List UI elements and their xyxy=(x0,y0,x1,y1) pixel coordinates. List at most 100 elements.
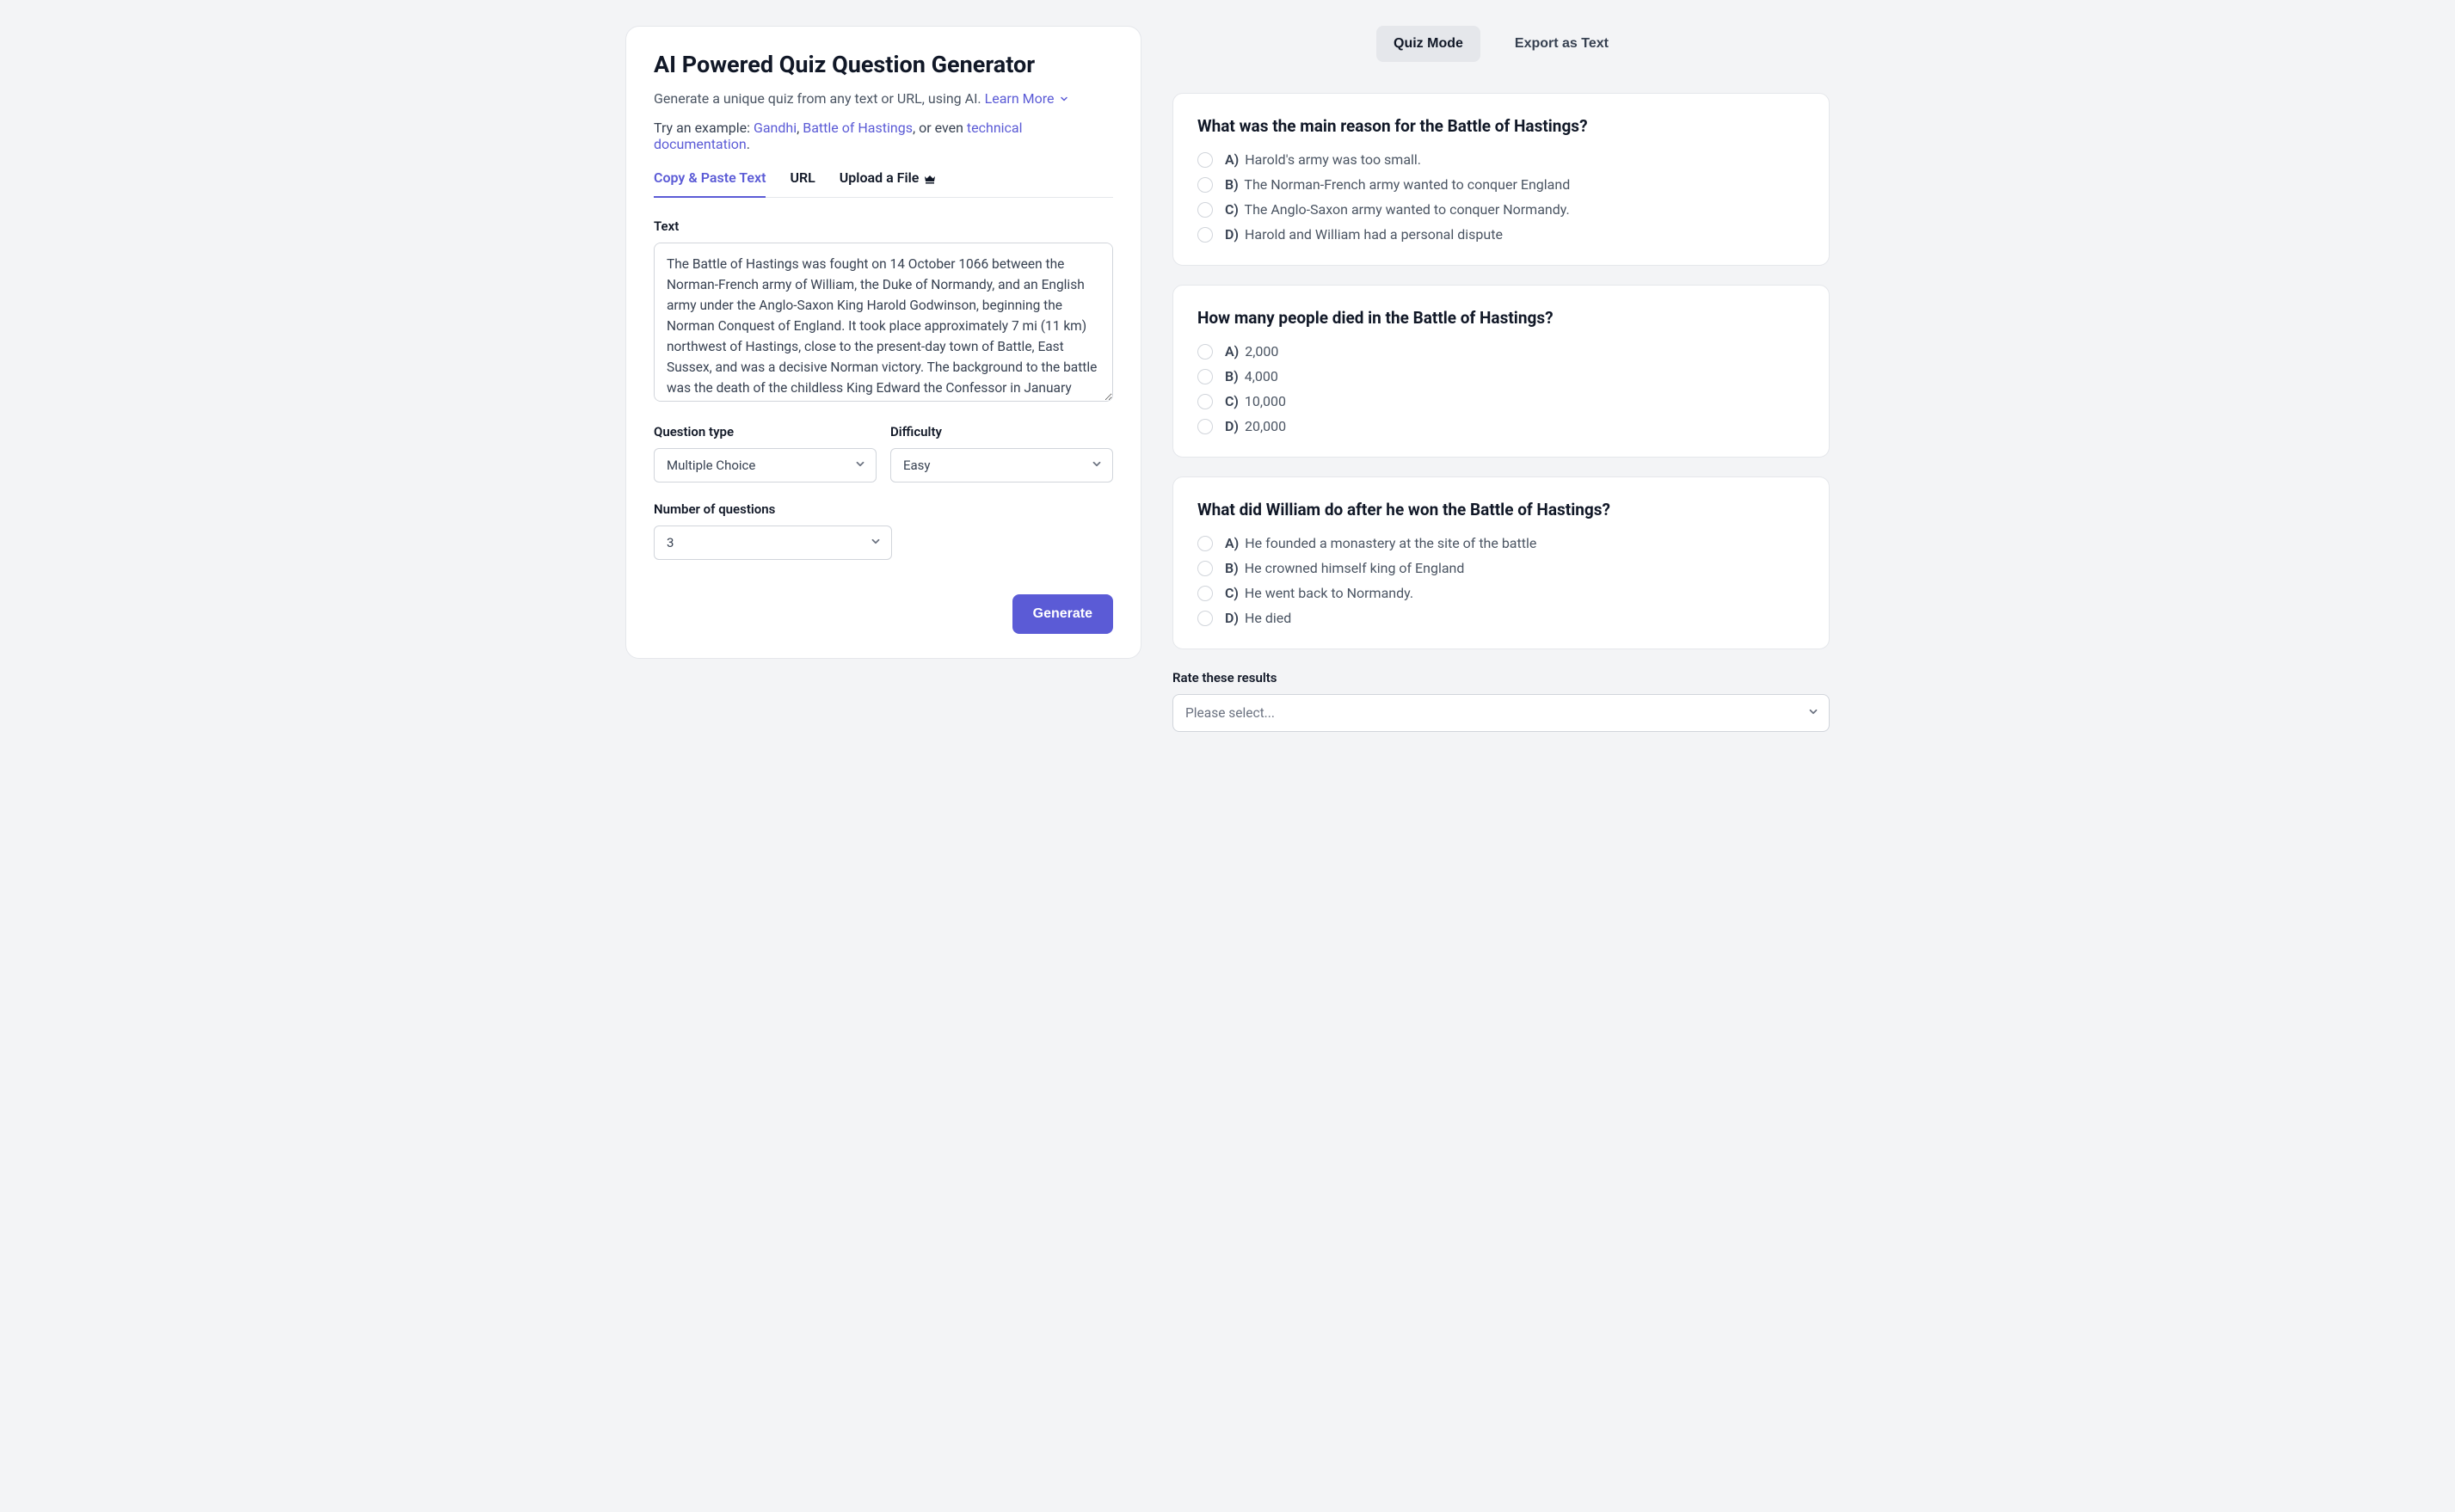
option-row[interactable]: A) Harold's army was too small. xyxy=(1197,151,1805,168)
option-body: He crowned himself king of England xyxy=(1245,560,1465,576)
option-row[interactable]: A) 2,000 xyxy=(1197,343,1805,360)
try-middle: , or even xyxy=(913,120,967,136)
question-type-label: Question type xyxy=(654,424,877,439)
question-title: What was the main reason for the Battle … xyxy=(1197,116,1805,136)
subtitle-prefix: Generate a unique quiz from any text or … xyxy=(654,90,985,107)
tab-copy-paste[interactable]: Copy & Paste Text xyxy=(654,169,766,198)
option-text: D) 20,000 xyxy=(1225,418,1286,434)
option-letter: D) xyxy=(1225,610,1239,626)
option-body: The Norman-French army wanted to conquer… xyxy=(1244,176,1570,193)
difficulty-select[interactable]: Easy xyxy=(890,448,1113,482)
crown-icon xyxy=(924,172,936,184)
question-card: What did William do after he won the Bat… xyxy=(1172,476,1830,649)
generator-card: AI Powered Quiz Question Generator Gener… xyxy=(625,26,1141,659)
radio-icon xyxy=(1197,394,1213,409)
tab-upload-label: Upload a File xyxy=(840,169,920,186)
option-body: He went back to Normandy. xyxy=(1245,585,1413,601)
option-body: The Anglo-Saxon army wanted to conquer N… xyxy=(1245,201,1570,218)
radio-icon xyxy=(1197,227,1213,243)
option-letter: A) xyxy=(1225,151,1239,168)
num-questions-label: Number of questions xyxy=(654,501,1113,517)
radio-icon xyxy=(1197,202,1213,218)
option-letter: C) xyxy=(1225,201,1239,218)
option-body: 4,000 xyxy=(1245,368,1278,384)
option-text: A) Harold's army was too small. xyxy=(1225,151,1421,168)
option-letter: C) xyxy=(1225,393,1239,409)
option-text: A) He founded a monastery at the site of… xyxy=(1225,535,1536,551)
num-questions-group: Number of questions 3 xyxy=(654,501,1113,560)
try-suffix: . xyxy=(747,136,750,152)
option-text: A) 2,000 xyxy=(1225,343,1278,360)
generate-button[interactable]: Generate xyxy=(1012,594,1113,634)
chevron-down-icon xyxy=(1059,91,1069,108)
num-questions-select[interactable]: 3 xyxy=(654,526,892,560)
question-title: How many people died in the Battle of Ha… xyxy=(1197,308,1805,328)
quiz-mode-button[interactable]: Quiz Mode xyxy=(1376,26,1480,62)
option-text: D) He died xyxy=(1225,610,1291,626)
option-row[interactable]: D) He died xyxy=(1197,610,1805,626)
option-body: 10,000 xyxy=(1245,393,1286,409)
question-title: What did William do after he won the Bat… xyxy=(1197,500,1805,519)
radio-icon xyxy=(1197,152,1213,168)
tab-upload-file[interactable]: Upload a File xyxy=(840,169,937,198)
text-label: Text xyxy=(654,218,1113,234)
option-text: B) 4,000 xyxy=(1225,368,1278,384)
option-row[interactable]: C) He went back to Normandy. xyxy=(1197,585,1805,601)
option-letter: B) xyxy=(1225,176,1239,193)
radio-icon xyxy=(1197,536,1213,551)
option-letter: B) xyxy=(1225,560,1239,576)
option-text: C) The Anglo-Saxon army wanted to conque… xyxy=(1225,201,1570,218)
subtitle: Generate a unique quiz from any text or … xyxy=(654,90,1113,108)
option-letter: A) xyxy=(1225,343,1239,360)
option-letter: C) xyxy=(1225,585,1239,601)
option-row[interactable]: C) The Anglo-Saxon army wanted to conque… xyxy=(1197,201,1805,218)
option-row[interactable]: D) 20,000 xyxy=(1197,418,1805,434)
option-row[interactable]: B) 4,000 xyxy=(1197,368,1805,384)
example-link-gandhi[interactable]: Gandhi xyxy=(754,120,797,136)
radio-icon xyxy=(1197,561,1213,576)
page-title: AI Powered Quiz Question Generator xyxy=(654,51,1113,78)
option-body: 2,000 xyxy=(1245,343,1278,360)
option-row[interactable]: C) 10,000 xyxy=(1197,393,1805,409)
option-row[interactable]: B) He crowned himself king of England xyxy=(1197,560,1805,576)
option-text: C) 10,000 xyxy=(1225,393,1286,409)
input-tabs: Copy & Paste Text URL Upload a File xyxy=(654,169,1113,198)
option-body: He died xyxy=(1245,610,1291,626)
option-text: C) He went back to Normandy. xyxy=(1225,585,1413,601)
rate-section: Rate these results Please select... xyxy=(1172,670,1830,732)
difficulty-group: Difficulty Easy xyxy=(890,424,1113,482)
difficulty-label: Difficulty xyxy=(890,424,1113,439)
option-text: B) He crowned himself king of England xyxy=(1225,560,1464,576)
tab-url[interactable]: URL xyxy=(790,169,815,198)
text-group: Text xyxy=(654,218,1113,405)
radio-icon xyxy=(1197,344,1213,360)
option-text: B) The Norman-French army wanted to conq… xyxy=(1225,176,1570,193)
radio-icon xyxy=(1197,369,1213,384)
radio-icon xyxy=(1197,419,1213,434)
radio-icon xyxy=(1197,177,1213,193)
option-row[interactable]: B) The Norman-French army wanted to conq… xyxy=(1197,176,1805,193)
question-card: How many people died in the Battle of Ha… xyxy=(1172,285,1830,458)
export-text-button[interactable]: Export as Text xyxy=(1498,26,1626,62)
question-type-group: Question type Multiple Choice xyxy=(654,424,877,482)
option-row[interactable]: A) He founded a monastery at the site of… xyxy=(1197,535,1805,551)
text-input[interactable] xyxy=(654,243,1113,402)
rate-select[interactable]: Please select... xyxy=(1172,694,1830,732)
example-link-hastings[interactable]: Battle of Hastings xyxy=(803,120,913,136)
rate-label: Rate these results xyxy=(1172,670,1830,685)
option-letter: D) xyxy=(1225,226,1239,243)
try-example: Try an example: Gandhi, Battle of Hastin… xyxy=(654,120,1113,152)
option-body: Harold and William had a personal disput… xyxy=(1245,226,1503,243)
option-letter: D) xyxy=(1225,418,1239,434)
radio-icon xyxy=(1197,611,1213,626)
question-type-select[interactable]: Multiple Choice xyxy=(654,448,877,482)
question-card: What was the main reason for the Battle … xyxy=(1172,93,1830,266)
option-body: Harold's army was too small. xyxy=(1245,151,1421,168)
option-letter: A) xyxy=(1225,535,1239,551)
learn-more-link[interactable]: Learn More xyxy=(985,90,1070,107)
option-letter: B) xyxy=(1225,368,1239,384)
option-row[interactable]: D) Harold and William had a personal dis… xyxy=(1197,226,1805,243)
view-toggle: Quiz Mode Export as Text xyxy=(1172,26,1830,62)
radio-icon xyxy=(1197,586,1213,601)
option-text: D) Harold and William had a personal dis… xyxy=(1225,226,1503,243)
